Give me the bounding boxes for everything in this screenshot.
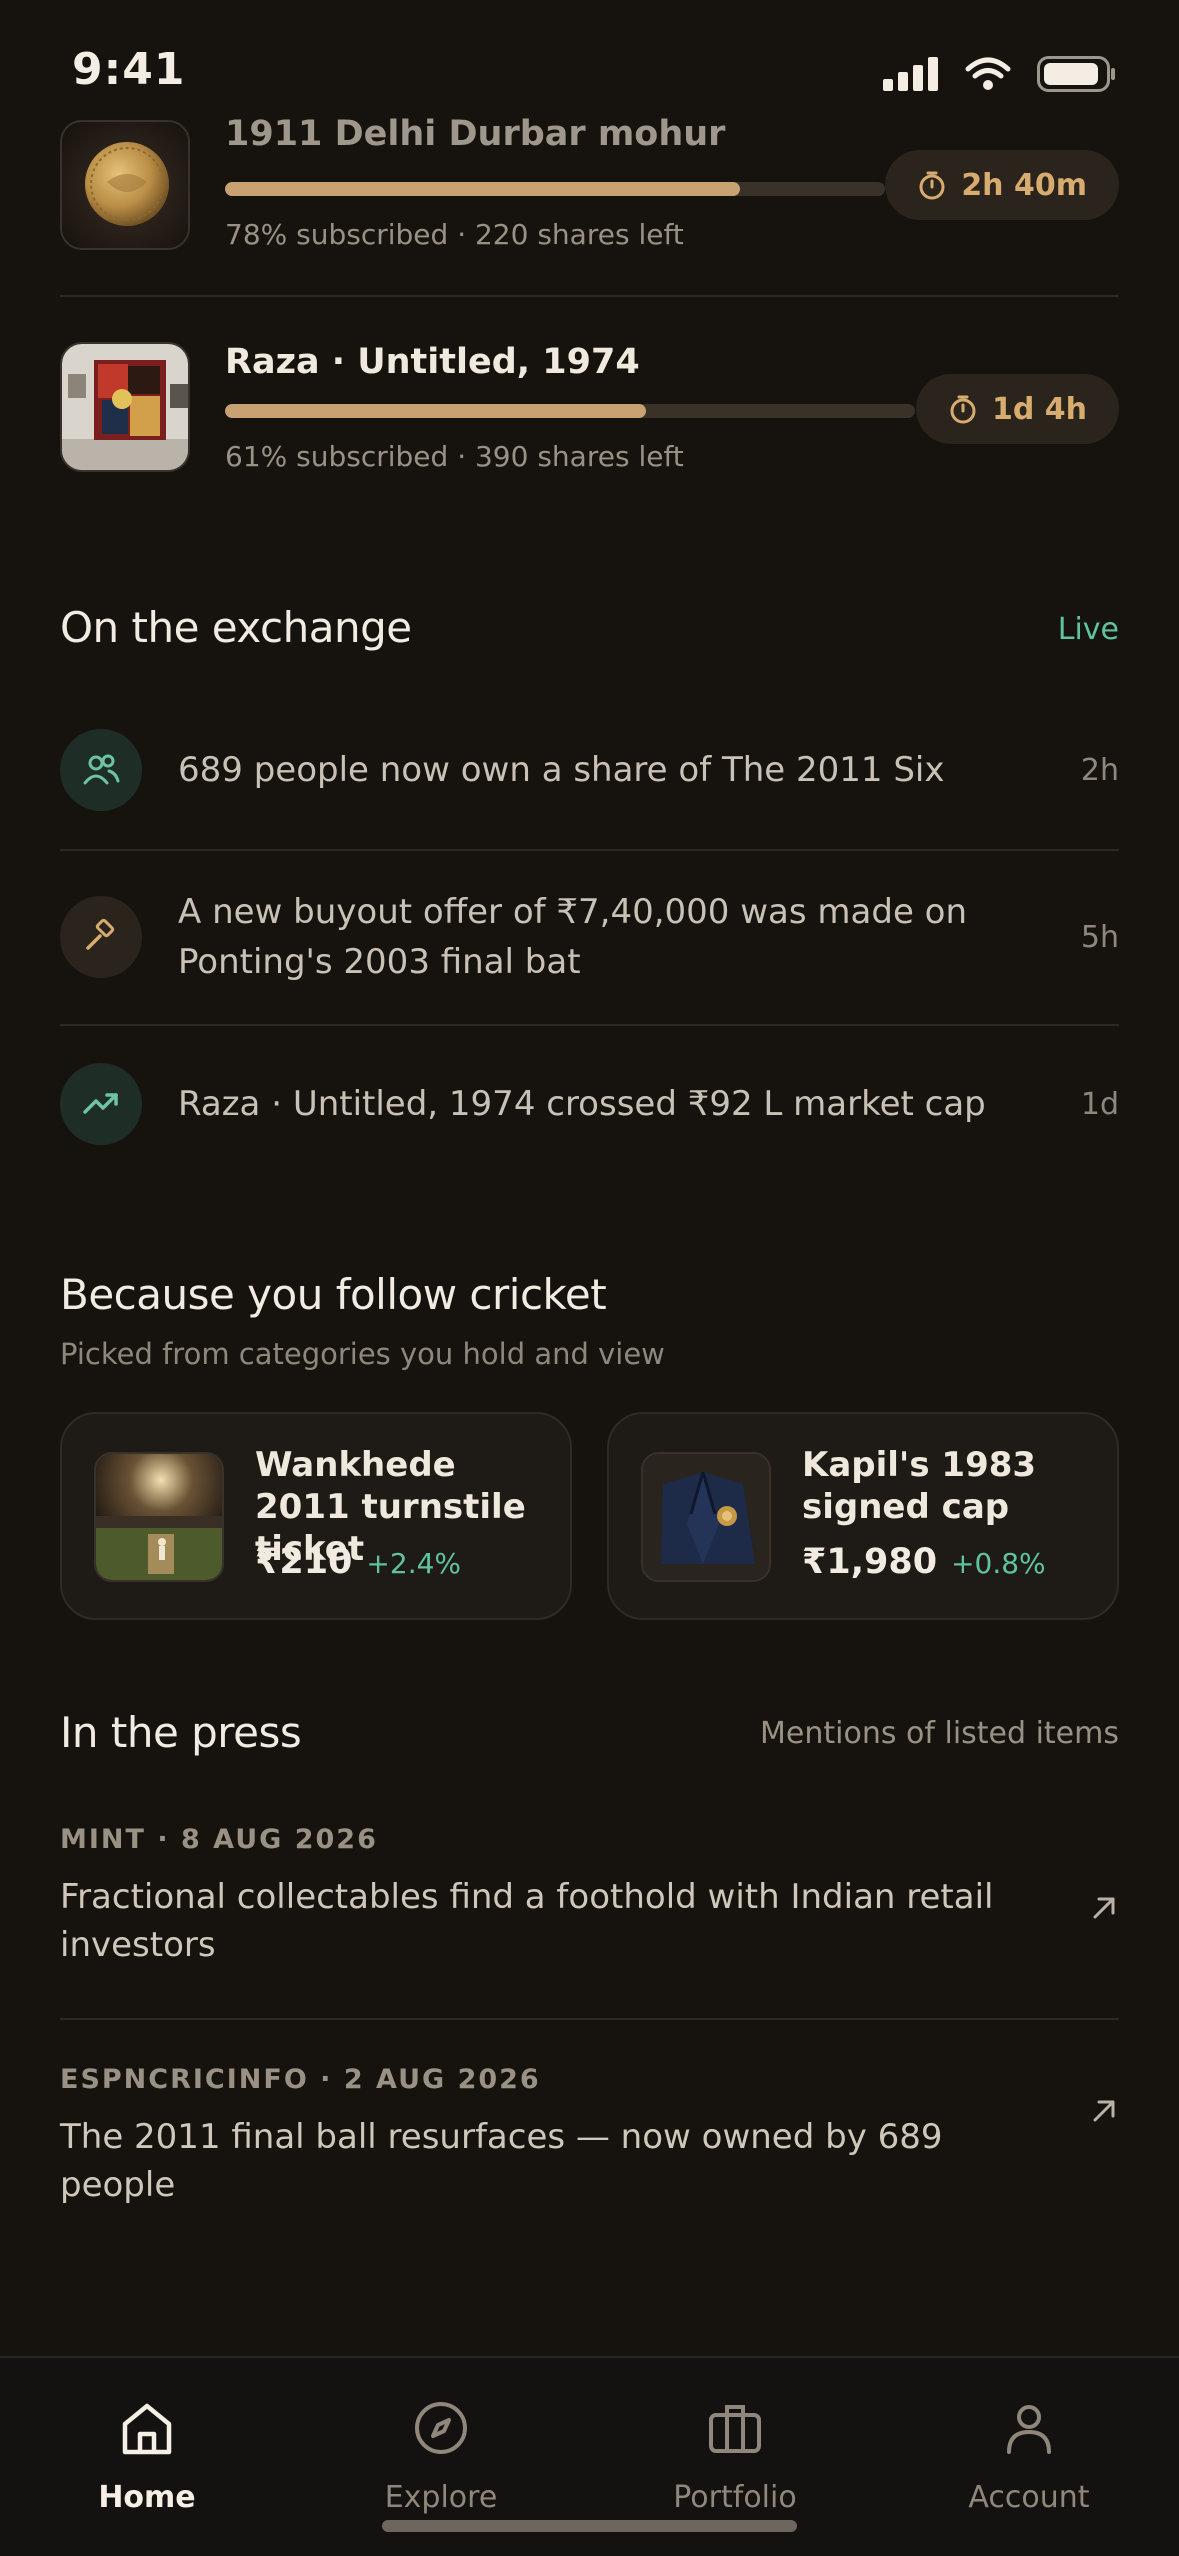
countdown-text: 2h 40m	[961, 167, 1087, 203]
countdown-text: 1d 4h	[991, 391, 1087, 427]
external-arrow-icon[interactable]	[1089, 2096, 1119, 2126]
compass-icon	[415, 2402, 467, 2454]
offering-row[interactable]: 1911 Delhi Durbar mohur 78% subscribed ·…	[60, 114, 1119, 280]
external-arrow-icon[interactable]	[1089, 1893, 1119, 1923]
stadium-thumbnail	[94, 1452, 224, 1582]
press-title: In the press	[60, 1708, 302, 1757]
card-change: +0.8%	[951, 1547, 1046, 1580]
tab-label: Account	[968, 2480, 1090, 2515]
divider	[60, 295, 1119, 297]
subscription-progress-bar	[225, 182, 885, 196]
wifi-icon	[965, 57, 1011, 90]
exchange-time: 2h	[1080, 752, 1119, 788]
blazer-thumbnail	[641, 1452, 771, 1582]
tab-label: Home	[98, 2480, 196, 2515]
press-aside: Mentions of listed items	[760, 1716, 1119, 1751]
divider	[60, 2018, 1119, 2020]
tab-explore[interactable]: Explore	[331, 2398, 551, 2515]
press-headline: Fractional collectables find a foothold …	[60, 1877, 994, 1965]
offering-title: Raza · Untitled, 1974	[225, 342, 640, 382]
exchange-item[interactable]: 689 people now own a share of The 2011 S…	[60, 729, 1119, 811]
status-icons	[883, 56, 1117, 92]
recommend-card[interactable]: Kapil's 1983 signed cap ₹1,980 +0.8%	[607, 1412, 1119, 1620]
card-price-row: ₹210 +2.4%	[255, 1542, 461, 1582]
exchange-item[interactable]: Raza · Untitled, 1974 crossed ₹92 L mark…	[60, 1063, 1119, 1145]
divider	[60, 1024, 1119, 1026]
card-title: Kapil's 1983 signed cap	[802, 1445, 1037, 1527]
tab-home[interactable]: Home	[37, 2398, 257, 2515]
home-icon	[122, 2403, 172, 2455]
card-change: +2.4%	[366, 1547, 462, 1580]
subscription-progress-bar	[225, 404, 915, 418]
exchange-item[interactable]: A new buyout offer of ₹7,40,000 was made…	[60, 887, 1119, 987]
countdown-pill: 1d 4h	[915, 374, 1119, 444]
exchange-text: Raza · Untitled, 1974 crossed ₹92 L mark…	[178, 1084, 986, 1124]
offering-meta: 61% subscribed · 390 shares left	[225, 440, 684, 473]
progress-fill	[225, 404, 646, 418]
divider	[60, 849, 1119, 851]
card-price: ₹1,980	[802, 1542, 938, 1582]
exchange-text: A new buyout offer of ₹7,40,000 was made…	[178, 892, 968, 982]
countdown-pill: 2h 40m	[885, 150, 1119, 220]
people-icon	[60, 729, 142, 811]
press-source: MINT · 8 AUG 2026	[60, 1824, 378, 1855]
tab-label: Portfolio	[673, 2480, 797, 2515]
press-item[interactable]: MINT · 8 AUG 2026 Fractional collectable…	[60, 1824, 1119, 1969]
live-badge: Live	[1057, 612, 1119, 647]
recommend-card[interactable]: Wankhede 2011 turnstile ticket ₹210 +2.4%	[60, 1412, 572, 1620]
recommend-title: Because you follow cricket	[60, 1270, 607, 1319]
person-icon	[1007, 2405, 1051, 2454]
battery-icon	[1037, 56, 1115, 92]
coin-thumbnail	[60, 120, 190, 250]
painting-thumbnail	[60, 342, 190, 472]
exchange-title: On the exchange	[60, 603, 412, 652]
signal-icon	[883, 57, 938, 91]
card-price: ₹210	[255, 1542, 353, 1582]
status-time: 9:41	[72, 44, 186, 95]
progress-fill	[225, 182, 740, 196]
exchange-text: 689 people now own a share of The 2011 S…	[178, 750, 945, 790]
card-price-row: ₹1,980 +0.8%	[802, 1542, 1046, 1582]
exchange-time: 5h	[1080, 919, 1119, 955]
stopwatch-icon	[950, 395, 976, 424]
offering-row[interactable]: Raza · Untitled, 1974 61% subscribed · 3…	[60, 342, 1119, 502]
tab-portfolio[interactable]: Portfolio	[625, 2398, 845, 2515]
trending-up-icon	[60, 1063, 142, 1145]
stopwatch-icon	[919, 171, 945, 200]
tab-account[interactable]: Account	[919, 2398, 1139, 2515]
offering-meta: 78% subscribed · 220 shares left	[225, 218, 684, 251]
exchange-time: 1d	[1080, 1086, 1119, 1122]
press-item[interactable]: ESPNCRICINFO · 2 AUG 2026 The 2011 final…	[60, 2064, 1119, 2209]
briefcase-icon	[709, 2405, 761, 2453]
gavel-icon	[60, 896, 142, 978]
home-indicator	[382, 2520, 797, 2532]
tab-label: Explore	[384, 2480, 498, 2515]
recommend-subtitle: Picked from categories you hold and view	[60, 1337, 665, 1371]
press-headline: The 2011 final ball resurfaces — now own…	[60, 2117, 943, 2205]
offering-title: 1911 Delhi Durbar mohur	[225, 114, 726, 154]
press-source: ESPNCRICINFO · 2 AUG 2026	[60, 2064, 541, 2095]
